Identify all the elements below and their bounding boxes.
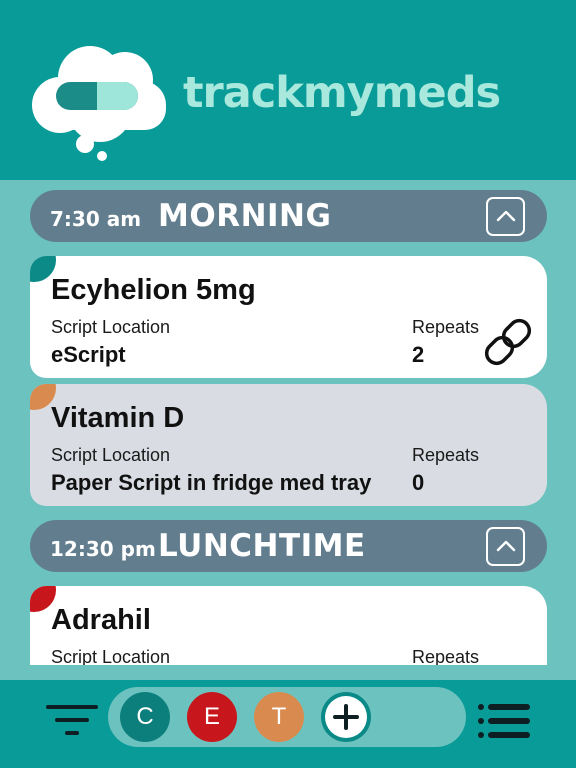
med-card-vitamin-d[interactable]: Vitamin D Script Location Paper Script i… <box>30 384 547 506</box>
repeats-label: Repeats <box>412 317 480 337</box>
script-location-label: Script Location <box>51 445 171 465</box>
plus-icon <box>333 704 359 730</box>
med-name: Ecyhelion 5mg <box>51 274 256 306</box>
repeats-label: Repeats <box>412 445 480 465</box>
section-time: 7:30 am <box>50 207 142 231</box>
add-button-face <box>325 696 367 738</box>
bottom-toolbar: C E T <box>0 680 576 768</box>
repeats-value: 2 <box>412 342 425 367</box>
brand-part-meds: meds <box>373 68 501 118</box>
chevron-up-icon <box>496 210 516 222</box>
chevron-up-icon <box>496 540 516 552</box>
add-medication-button[interactable] <box>321 692 371 742</box>
category-e-button[interactable]: E <box>187 692 237 742</box>
list-icon[interactable] <box>478 703 530 739</box>
script-location-label: Script Location <box>51 317 171 337</box>
med-name: Adrahil <box>51 604 151 636</box>
section-name: LUNCHTIME <box>158 528 366 564</box>
section-name: MORNING <box>158 198 332 234</box>
collapse-morning-button[interactable] <box>486 197 525 236</box>
category-c-button[interactable]: C <box>120 692 170 742</box>
med-card-adrahil[interactable]: Adrahil Script Location Repeats <box>30 586 547 665</box>
filter-icon[interactable] <box>46 703 98 739</box>
script-location-value: eScript <box>51 342 126 367</box>
link-icon[interactable] <box>480 314 536 370</box>
med-name: Vitamin D <box>51 402 185 434</box>
script-location-value: Paper Script in fridge med tray <box>51 470 372 495</box>
repeats-value: 0 <box>412 470 425 495</box>
app-header: trackmymeds <box>0 0 576 180</box>
section-header-lunchtime[interactable]: 12:30 pm LUNCHTIME <box>30 520 547 572</box>
collapse-lunchtime-button[interactable] <box>486 527 525 566</box>
section-header-morning[interactable]: 7:30 am MORNING <box>30 190 547 242</box>
app-brand-title: trackmymeds <box>183 68 501 118</box>
section-time: 12:30 pm <box>50 537 156 561</box>
pill-cloud-logo-icon <box>32 46 166 161</box>
category-filter-group: C E T <box>108 687 466 747</box>
repeats-label: Repeats <box>412 647 480 665</box>
category-t-button[interactable]: T <box>254 692 304 742</box>
medication-schedule[interactable]: 7:30 am MORNING Ecyhelion 5mg Script Loc… <box>0 180 576 665</box>
med-card-ecyhelion[interactable]: Ecyhelion 5mg Script Location eScript Re… <box>30 256 547 378</box>
script-location-label: Script Location <box>51 647 171 665</box>
brand-part-my: my <box>302 68 375 118</box>
brand-part-track: track <box>183 68 304 118</box>
